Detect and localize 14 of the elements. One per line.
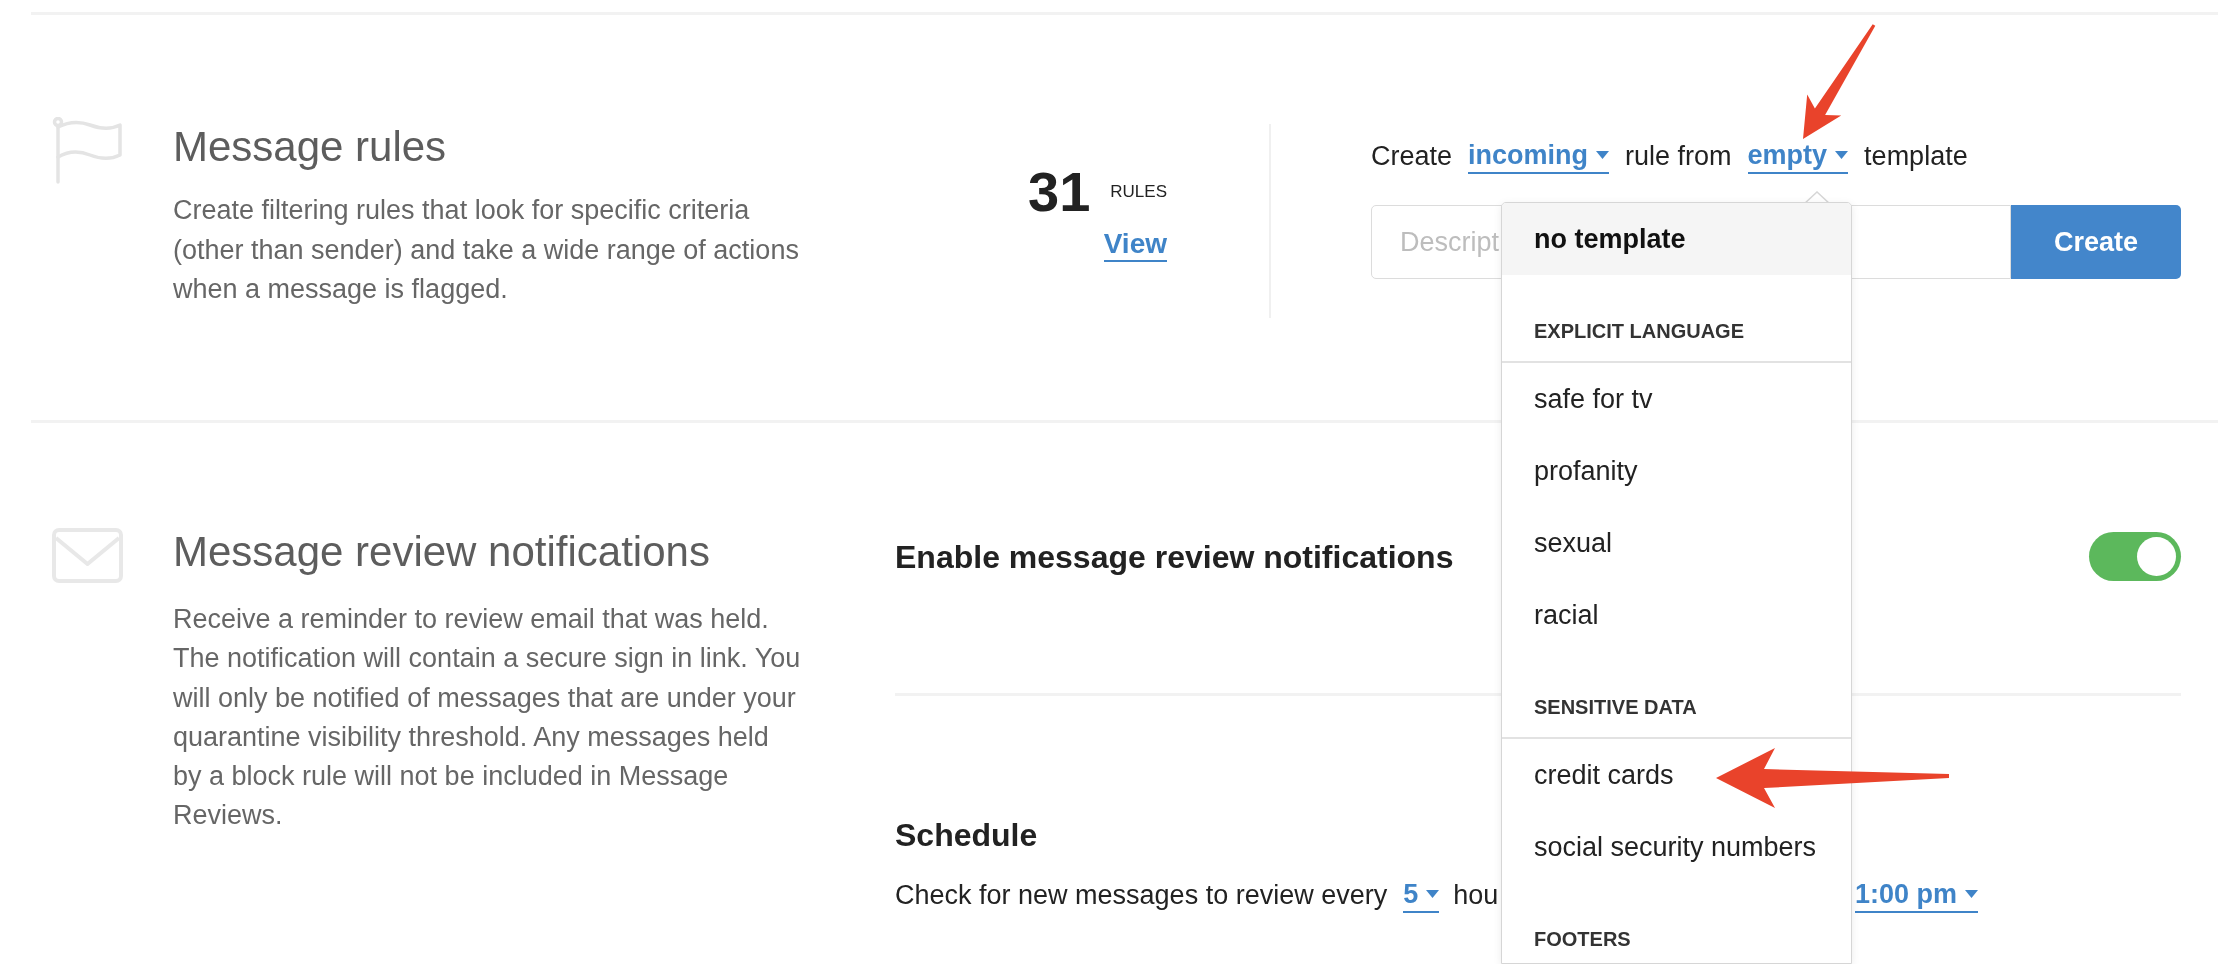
section-description: Receive a reminder to review email that was held. The notification will contain a secure sign in link. You will only be notified of messages that are under your quarantine visibility threshold. Any messages held by a block rule will not be included in Message Reviews. bbox=[173, 603, 802, 833]
rule-from-label: rule from bbox=[1625, 139, 1732, 173]
create-label: Create bbox=[1371, 139, 1453, 173]
schedule-text: Check for new messages to review every bbox=[895, 878, 1388, 912]
rule-count: 31 bbox=[1028, 164, 1091, 220]
template-label: template bbox=[1864, 139, 1968, 173]
setting-label: Enable message review notifications bbox=[895, 537, 1454, 577]
section-title: Message rules bbox=[173, 123, 447, 171]
section-title: Message review notifications bbox=[173, 528, 710, 576]
section-description: Create filtering rules that look for specific criteria (other than sender) and take a wide range of actions when a message is flagged. bbox=[173, 194, 800, 306]
interval-unit-label: hou bbox=[1453, 878, 1499, 912]
menu-heading: FOOTERS bbox=[1502, 883, 1851, 963]
count-label: RULES bbox=[1110, 181, 1167, 204]
schedule-heading: Schedule bbox=[895, 816, 1038, 854]
